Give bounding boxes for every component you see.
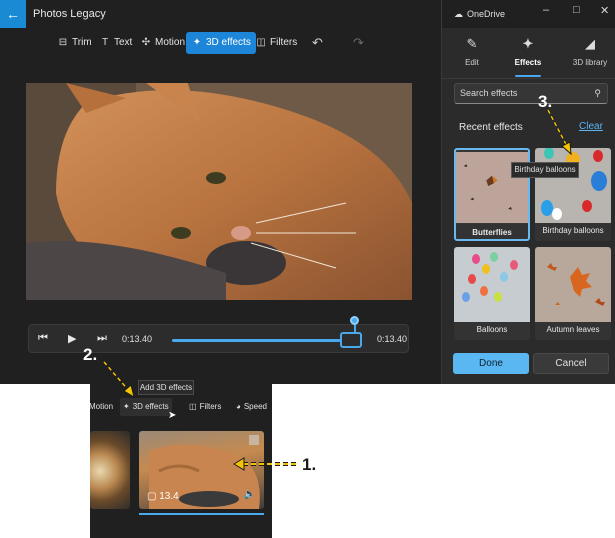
volume-icon[interactable]: 🔈	[244, 489, 256, 500]
trim-label: Trim	[72, 37, 92, 48]
done-button[interactable]: Done	[453, 353, 529, 374]
effect-card-autumn-leaves[interactable]: Autumn leaves	[535, 247, 611, 340]
storyboard-clip-cat[interactable]: ▢ 13.4 🔈	[139, 431, 264, 509]
3d-effects-icon: ✦	[192, 37, 202, 48]
effect-tooltip: Birthday balloons	[511, 162, 579, 178]
inset-speed-label: Speed	[243, 402, 267, 411]
tab-3d-library-label: 3D library	[572, 58, 608, 67]
minimize-icon[interactable]: –	[543, 4, 549, 16]
storyboard-clip-food[interactable]	[90, 431, 130, 509]
motion-button[interactable]: ✣ Motion	[135, 32, 190, 54]
speed-icon: ◕	[236, 402, 241, 411]
clip-duration-value: 13.4	[159, 491, 179, 502]
seek-track[interactable]	[172, 339, 362, 342]
inset-filters-button[interactable]: ◫ Filters	[186, 398, 224, 416]
trim-icon: ⊟	[58, 37, 68, 48]
inset-filters-label: Filters	[199, 402, 222, 411]
close-icon[interactable]: ✕	[600, 4, 609, 17]
current-time: 0:13.40	[122, 334, 153, 344]
back-button[interactable]: ←	[0, 0, 26, 28]
cat-photo-image	[26, 83, 412, 300]
step-2-label: 2.	[83, 345, 98, 364]
arrow-left-icon: ←	[6, 6, 20, 22]
filters-icon: ◫	[189, 402, 197, 411]
effect-label: Butterflies	[472, 228, 512, 237]
effect-card-balloons[interactable]: Balloons	[454, 247, 530, 340]
maximize-icon[interactable]: □	[573, 4, 580, 16]
filters-button[interactable]: ◫ Filters	[250, 32, 302, 54]
cloud-icon: ☁	[454, 9, 463, 19]
editor-window: ← Photos Legacy ⊟ Trim T Text ✣ Motion ✦ 3D …	[0, 0, 441, 384]
motion-icon: ✣	[141, 37, 151, 48]
trim-handle[interactable]	[340, 332, 362, 348]
skip-forward-icon[interactable]: ⏭	[97, 332, 107, 345]
inset-3d-effects-button[interactable]: ✦ 3D effects	[120, 398, 172, 416]
filters-icon: ◫	[256, 37, 266, 48]
motion-label: Motion	[155, 37, 186, 48]
effect-label: Balloons	[476, 325, 508, 334]
tab-effects-label: Effects	[514, 58, 542, 67]
clip-selection-bar	[139, 513, 264, 515]
inset-3d-effects-label: 3D effects	[132, 402, 169, 411]
clear-link[interactable]: Clear	[579, 121, 603, 132]
tab-edit-label: Edit	[465, 58, 479, 67]
inset-motion-button[interactable]: Motion	[90, 398, 116, 416]
end-time: 0:13.40	[377, 334, 408, 344]
step-3-label: 3.	[538, 92, 553, 111]
app-title: Photos Legacy	[33, 8, 106, 20]
search-input[interactable]: Search effects ⚲	[454, 83, 608, 104]
text-label: Text	[114, 37, 133, 48]
search-icon[interactable]: ⚲	[594, 84, 601, 103]
step-1-label: 1.	[302, 455, 317, 474]
text-icon: T	[101, 37, 109, 48]
effect-label: Autumn leaves	[546, 325, 600, 334]
skip-back-icon[interactable]: ⏮	[38, 332, 48, 345]
birthday-balloons-thumbnail	[535, 148, 611, 223]
onedrive-label: OneDrive	[467, 9, 506, 19]
storyboard-inset: Add 3D effects Motion ✦ 3D effects ◫ Filte…	[90, 370, 272, 538]
balloons-thumbnail	[454, 247, 530, 322]
3d-effects-label: 3D effects	[206, 37, 251, 48]
clip-duration: ▢ 13.4	[147, 491, 179, 502]
text-button[interactable]: T Text	[94, 32, 137, 54]
tab-edit[interactable]: ✎ Edit	[443, 36, 501, 76]
tab-effects[interactable]: ✦ Effects	[499, 36, 557, 76]
effects-panel: ☁ OneDrive – □ ✕ ✎ Edit ✦ Effects ◢ 3D libr…	[441, 0, 615, 384]
3d-effects-button[interactable]: ✦ 3D effects	[186, 32, 256, 54]
panel-title-bar: ☁ OneDrive – □ ✕	[442, 0, 615, 28]
active-tab-indicator	[515, 75, 541, 77]
cube-icon: ◢	[585, 36, 595, 51]
add-3d-effects-tooltip: Add 3D effects	[138, 380, 194, 395]
playhead[interactable]	[350, 316, 359, 325]
mouse-cursor-icon: ➤	[168, 410, 177, 421]
undo-icon[interactable]: ↶	[312, 35, 323, 51]
video-preview[interactable]	[26, 83, 412, 300]
filters-label: Filters	[270, 37, 298, 48]
search-placeholder: Search effects	[460, 88, 518, 98]
inset-speed-button[interactable]: ◕ Speed	[233, 398, 270, 416]
divider	[442, 78, 615, 79]
sparkle-icon: ✦	[522, 36, 534, 51]
title-bar: ← Photos Legacy	[0, 0, 441, 28]
screenshot: ← Photos Legacy ⊟ Trim T Text ✣ Motion ✦ 3D …	[0, 0, 615, 538]
tab-3d-library[interactable]: ◢ 3D library	[561, 36, 615, 76]
pencil-icon: ✎	[466, 36, 478, 51]
recent-effects-heading: Recent effects	[459, 122, 523, 133]
autumn-leaves-thumbnail	[535, 247, 611, 322]
clip-duration-icon: ▢	[147, 491, 160, 502]
play-icon[interactable]: ▶	[68, 332, 76, 345]
effect-label: Birthday balloons	[542, 226, 604, 235]
cancel-button[interactable]: Cancel	[533, 353, 609, 374]
trim-button[interactable]: ⊟ Trim	[52, 32, 97, 54]
3d-effects-icon: ✦	[123, 402, 130, 411]
redo-icon[interactable]: ↷	[353, 35, 364, 51]
inset-motion-label: Motion	[90, 402, 114, 411]
